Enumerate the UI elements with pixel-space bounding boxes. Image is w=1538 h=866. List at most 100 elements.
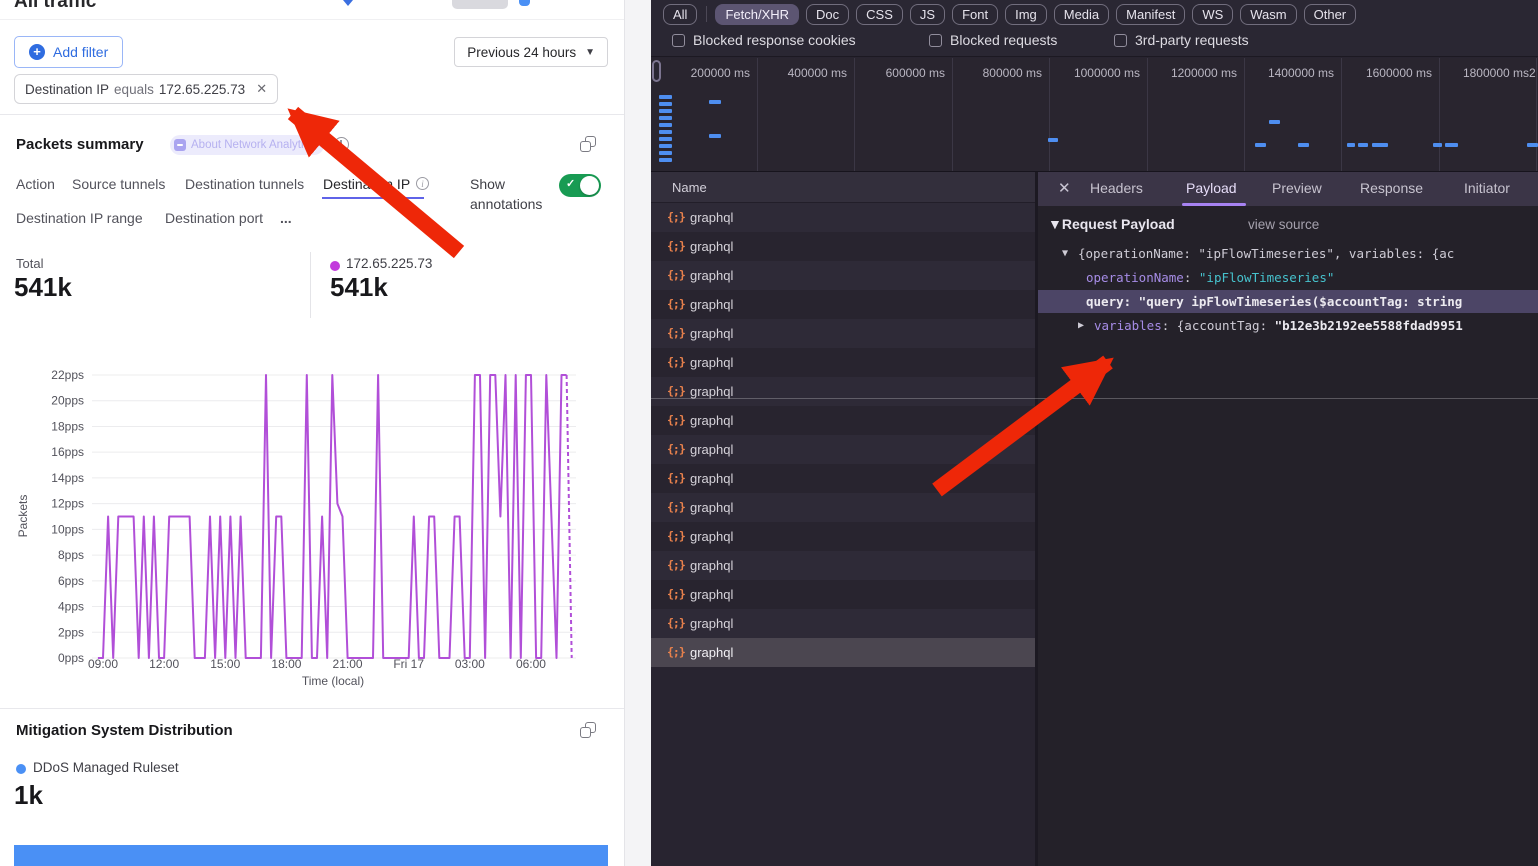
filter-pill-fetch-xhr[interactable]: Fetch/XHR (715, 4, 799, 25)
about-network-analytics-badge[interactable]: About Network Analytics (170, 135, 324, 155)
show-annotations-label: annotations (470, 196, 542, 212)
request-row[interactable]: {;}graphql (651, 435, 1035, 464)
request-row[interactable]: {;}graphql (651, 406, 1035, 435)
request-row[interactable]: {;}graphql (651, 377, 1035, 406)
payload-segment: : {accountTag: (1162, 318, 1275, 333)
payload-segment: : (1184, 270, 1199, 285)
tab-destination-port[interactable]: Destination port (165, 210, 263, 226)
tab-payload[interactable]: Payload (1186, 180, 1237, 196)
info-icon[interactable]: i (416, 177, 429, 190)
divider (651, 398, 1538, 399)
request-row[interactable]: {;}graphql (651, 638, 1035, 667)
request-row[interactable]: {;}graphql (651, 522, 1035, 551)
checkbox-blocked-requests[interactable]: Blocked requests (929, 32, 1057, 48)
time-range-dropdown[interactable]: Previous 24 hours ▼ (454, 37, 608, 67)
request-row[interactable]: {;}graphql (651, 203, 1035, 232)
timeline-handle[interactable] (652, 60, 661, 82)
name-column-header[interactable]: Name (651, 172, 1035, 203)
filter-pill-font[interactable]: Font (952, 4, 998, 25)
filter-pill-js[interactable]: JS (910, 4, 945, 25)
request-type-filter-bar: All Fetch/XHR Doc CSS JS Font Img Media Manifest… (651, 0, 1538, 28)
tab-preview[interactable]: Preview (1272, 180, 1322, 196)
active-detail-tab-underline (1182, 203, 1246, 206)
x-tick-label: 18:00 (271, 657, 301, 671)
request-timing-bar (1255, 143, 1266, 147)
cropped-ui-fragment (519, 0, 530, 6)
filter-pill-css[interactable]: CSS (856, 4, 903, 25)
analytics-panel: All traffic + Add filter Previous 24 hou… (0, 0, 624, 866)
request-row[interactable]: {;}graphql (651, 580, 1035, 609)
fetch-icon: {;} (667, 493, 685, 522)
request-row[interactable]: {;}graphql (651, 464, 1035, 493)
y-tick-label: 2pps (58, 625, 84, 639)
filter-pill-media[interactable]: Media (1054, 4, 1109, 25)
request-payload-section-title[interactable]: ▼Request Payload (1048, 216, 1175, 232)
tab-destination-ip[interactable]: Destination IP (323, 176, 410, 192)
request-row[interactable]: {;}graphql (651, 551, 1035, 580)
tabs-overflow-button[interactable]: ... (280, 210, 292, 226)
request-name: graphql (690, 203, 733, 232)
y-tick-label: 22pps (51, 368, 84, 382)
request-row[interactable]: {;}graphql (651, 261, 1035, 290)
expanded-caret-icon[interactable]: ▼ (1062, 242, 1068, 265)
request-row[interactable]: {;}graphql (651, 348, 1035, 377)
request-name: graphql (690, 435, 733, 464)
view-source-link[interactable]: view source (1248, 217, 1319, 232)
request-timing-bar (659, 137, 672, 141)
tab-headers[interactable]: Headers (1090, 180, 1143, 196)
filter-pill-img[interactable]: Img (1005, 4, 1047, 25)
payload-line[interactable]: ▶variables: {accountTag: "b12e3b2192ee55… (1038, 314, 1538, 337)
show-annotations-toggle[interactable]: ✓ (559, 174, 601, 197)
tab-source-tunnels[interactable]: Source tunnels (72, 176, 165, 192)
network-overview-timeline[interactable]: 200000 ms400000 ms600000 ms800000 ms1000… (651, 58, 1538, 172)
timeline-tick-label: 1600000 ms (1366, 66, 1432, 80)
x-tick-label: 03:00 (455, 657, 485, 671)
filter-pill-wasm[interactable]: Wasm (1240, 4, 1296, 25)
request-detail-panel: ✕ Headers Payload Preview Response Initiator… (1038, 172, 1538, 866)
payload-line[interactable]: query: "query ipFlowTimeseries($accountT… (1038, 290, 1538, 313)
filter-chip[interactable]: Destination IP equals 172.65.225.73 ✕ (14, 74, 278, 104)
collapsed-caret-icon[interactable]: ▶ (1078, 314, 1084, 337)
copy-panel-icon[interactable] (580, 722, 596, 738)
tab-destination-ip-range[interactable]: Destination IP range (16, 210, 143, 226)
payload-line[interactable]: ▼ {operationName: "ipFlowTimeseries", var… (1038, 242, 1538, 265)
payload-segment: {operationName: "ipFlowTimeseries", vari… (1078, 246, 1454, 261)
checkbox-3rd-party-requests[interactable]: 3rd-party requests (1114, 32, 1249, 48)
request-name: graphql (690, 406, 733, 435)
add-filter-button[interactable]: + Add filter (14, 36, 123, 68)
filter-pill-all[interactable]: All (663, 4, 697, 25)
request-row[interactable]: {;}graphql (651, 609, 1035, 638)
request-name: graphql (690, 493, 733, 522)
active-tab-underline (322, 197, 424, 199)
request-name: graphql (690, 319, 733, 348)
tab-response[interactable]: Response (1360, 180, 1423, 196)
checkbox-label: Blocked requests (950, 32, 1057, 48)
checkbox-icon[interactable] (672, 34, 685, 47)
tab-destination-tunnels[interactable]: Destination tunnels (185, 176, 304, 192)
filter-pill-manifest[interactable]: Manifest (1116, 4, 1185, 25)
checkbox-blocked-response-cookies[interactable]: Blocked response cookies (672, 32, 856, 48)
remove-filter-icon[interactable]: ✕ (256, 81, 267, 97)
request-row[interactable]: {;}graphql (651, 290, 1035, 319)
payload-line[interactable]: operationName: "ipFlowTimeseries" (1038, 266, 1538, 289)
request-row[interactable]: {;} graphql (651, 493, 1035, 522)
timeline-tick-label: 1000000 ms (1074, 66, 1140, 80)
filter-pill-ws[interactable]: WS (1192, 4, 1233, 25)
close-icon[interactable]: ✕ (1058, 179, 1071, 197)
payload-text: {operationName: "ipFlowTimeseries", vari… (1078, 242, 1454, 265)
timeline-gridline (854, 58, 855, 172)
filter-pill-other[interactable]: Other (1304, 4, 1357, 25)
payload-text: query: "query ipFlowTimeseries($accountT… (1086, 290, 1462, 313)
request-name: graphql (690, 377, 733, 406)
checkbox-icon[interactable] (1114, 34, 1127, 47)
copy-panel-icon[interactable] (580, 136, 596, 152)
request-row[interactable]: {;}graphql (651, 232, 1035, 261)
request-row[interactable]: {;}graphql (651, 319, 1035, 348)
tab-action[interactable]: Action (16, 176, 55, 192)
series-line-dashed-tail (567, 375, 572, 658)
tab-initiator[interactable]: Initiator (1464, 180, 1510, 196)
request-timing-bar (659, 158, 672, 162)
filter-pill-doc[interactable]: Doc (806, 4, 849, 25)
checkbox-icon[interactable] (929, 34, 942, 47)
mitigation-legend: DDoS Managed Ruleset (33, 760, 179, 775)
